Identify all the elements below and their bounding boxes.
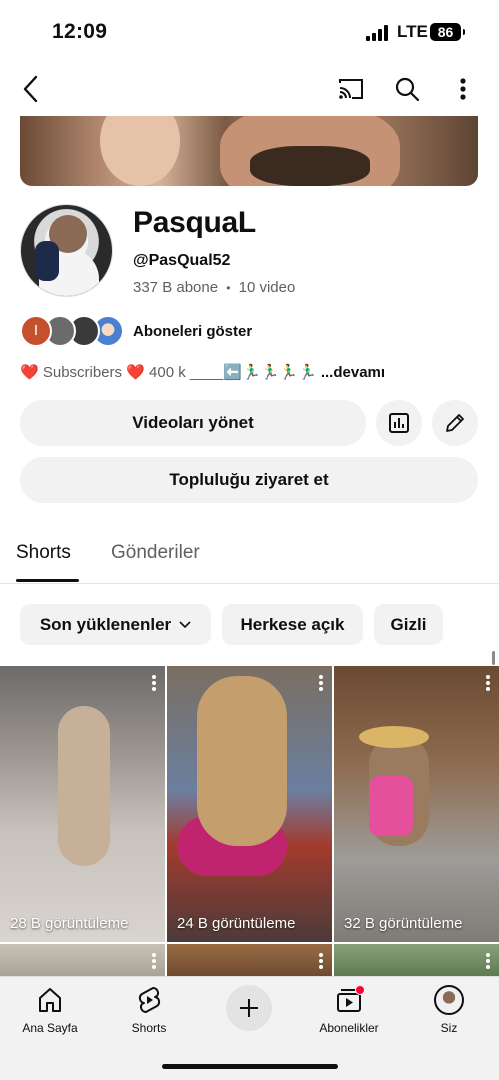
- nav-subscriptions[interactable]: Abonelikler: [309, 983, 389, 1035]
- short-thumbnail[interactable]: 24 B görüntüleme: [167, 666, 332, 942]
- search-button[interactable]: [390, 72, 424, 106]
- channel-stats: 337 B abone • 10 video: [133, 279, 295, 296]
- show-subscribers-label: Aboneleri göster: [133, 322, 253, 340]
- video-count: 10 video: [238, 279, 296, 296]
- public-filter-chip[interactable]: Herkese açık: [222, 604, 363, 645]
- channel-banner[interactable]: [20, 116, 478, 186]
- home-indicator[interactable]: [162, 1064, 338, 1069]
- you-avatar: [434, 985, 464, 1015]
- short-thumbnail[interactable]: [0, 944, 165, 976]
- more-vertical-icon: [460, 78, 466, 100]
- short-thumbnail[interactable]: 28 B görüntüleme: [0, 666, 165, 942]
- nav-shorts[interactable]: Shorts: [109, 983, 189, 1035]
- channel-tabs: Shorts Gönderiler: [0, 530, 499, 584]
- private-filter-chip[interactable]: Gizli: [374, 604, 443, 645]
- plus-icon: [240, 999, 258, 1017]
- tab-shorts[interactable]: Shorts: [16, 542, 71, 564]
- create-button[interactable]: [226, 985, 272, 1031]
- top-app-bar: [0, 64, 499, 116]
- channel-handle: @PasQual52: [133, 252, 231, 269]
- short-view-count: 32 B görüntüleme: [344, 915, 463, 932]
- stats-separator: •: [226, 281, 231, 295]
- nav-home-label: Ana Sayfa: [22, 1021, 78, 1035]
- cast-icon: [339, 79, 363, 99]
- active-tab-indicator: [16, 579, 79, 582]
- more-vertical-icon[interactable]: [151, 952, 157, 970]
- more-vertical-icon[interactable]: [485, 674, 491, 692]
- channel-avatar[interactable]: [20, 204, 113, 297]
- nav-shorts-label: Shorts: [131, 1021, 167, 1035]
- edit-channel-button[interactable]: [432, 400, 478, 446]
- battery-icon: 86: [430, 23, 465, 41]
- nav-you-label: Siz: [440, 1021, 458, 1035]
- nav-subscriptions-label: Abonelikler: [319, 1021, 379, 1035]
- more-vertical-icon[interactable]: [151, 674, 157, 692]
- subscriber-avatars: I: [20, 314, 126, 348]
- short-view-count: 24 B görüntüleme: [177, 915, 296, 932]
- cast-button[interactable]: [334, 72, 368, 106]
- shorts-icon: [138, 987, 161, 1013]
- channel-name: PasquaL: [133, 206, 256, 239]
- visit-community-button[interactable]: Topluluğu ziyaret et: [20, 457, 478, 503]
- search-icon: [395, 77, 420, 102]
- home-icon: [39, 988, 61, 1012]
- short-view-count: 28 B görüntüleme: [10, 915, 129, 932]
- network-type: LTE: [397, 22, 428, 41]
- show-subscribers-row[interactable]: I Aboneleri göster: [20, 314, 252, 348]
- analytics-button[interactable]: [376, 400, 422, 446]
- analytics-icon: [389, 413, 409, 433]
- more-vertical-icon[interactable]: [318, 674, 324, 692]
- sort-dropdown-chip[interactable]: Son yüklenenler: [20, 604, 211, 645]
- notification-dot: [355, 985, 365, 995]
- short-thumbnail[interactable]: 32 B görüntüleme: [334, 666, 499, 942]
- more-options-button[interactable]: [446, 72, 480, 106]
- manage-videos-button[interactable]: Videoları yönet: [20, 400, 366, 446]
- nav-you[interactable]: Siz: [409, 983, 489, 1035]
- channel-description[interactable]: ❤️ Subscribers ❤️ 400 k ____⬅️🏃‍♂️🏃‍♂️🏃‍…: [20, 363, 385, 381]
- more-vertical-icon[interactable]: [318, 952, 324, 970]
- description-text: ❤️ Subscribers ❤️ 400 k ____⬅️🏃‍♂️🏃‍♂️🏃‍…: [20, 364, 317, 381]
- sort-chip-label: Son yüklenenler: [39, 614, 172, 634]
- status-bar: 12:09 LTE 86: [0, 0, 499, 64]
- more-vertical-icon[interactable]: [485, 952, 491, 970]
- chevron-down-icon: [179, 620, 191, 628]
- tab-posts[interactable]: Gönderiler: [111, 542, 200, 564]
- short-thumbnail[interactable]: [334, 944, 499, 976]
- subscriber-count: 337 B abone: [133, 279, 219, 296]
- signal-icon: [366, 25, 390, 41]
- description-more[interactable]: ...devamı: [321, 364, 385, 381]
- scrollbar[interactable]: [492, 651, 495, 665]
- short-thumbnail[interactable]: [167, 944, 332, 976]
- pencil-icon: [446, 414, 464, 432]
- subscriber-avatar: I: [20, 315, 52, 347]
- back-button[interactable]: [14, 72, 48, 106]
- nav-home[interactable]: Ana Sayfa: [10, 983, 90, 1035]
- status-time: 12:09: [52, 20, 108, 43]
- chevron-left-icon: [23, 75, 38, 103]
